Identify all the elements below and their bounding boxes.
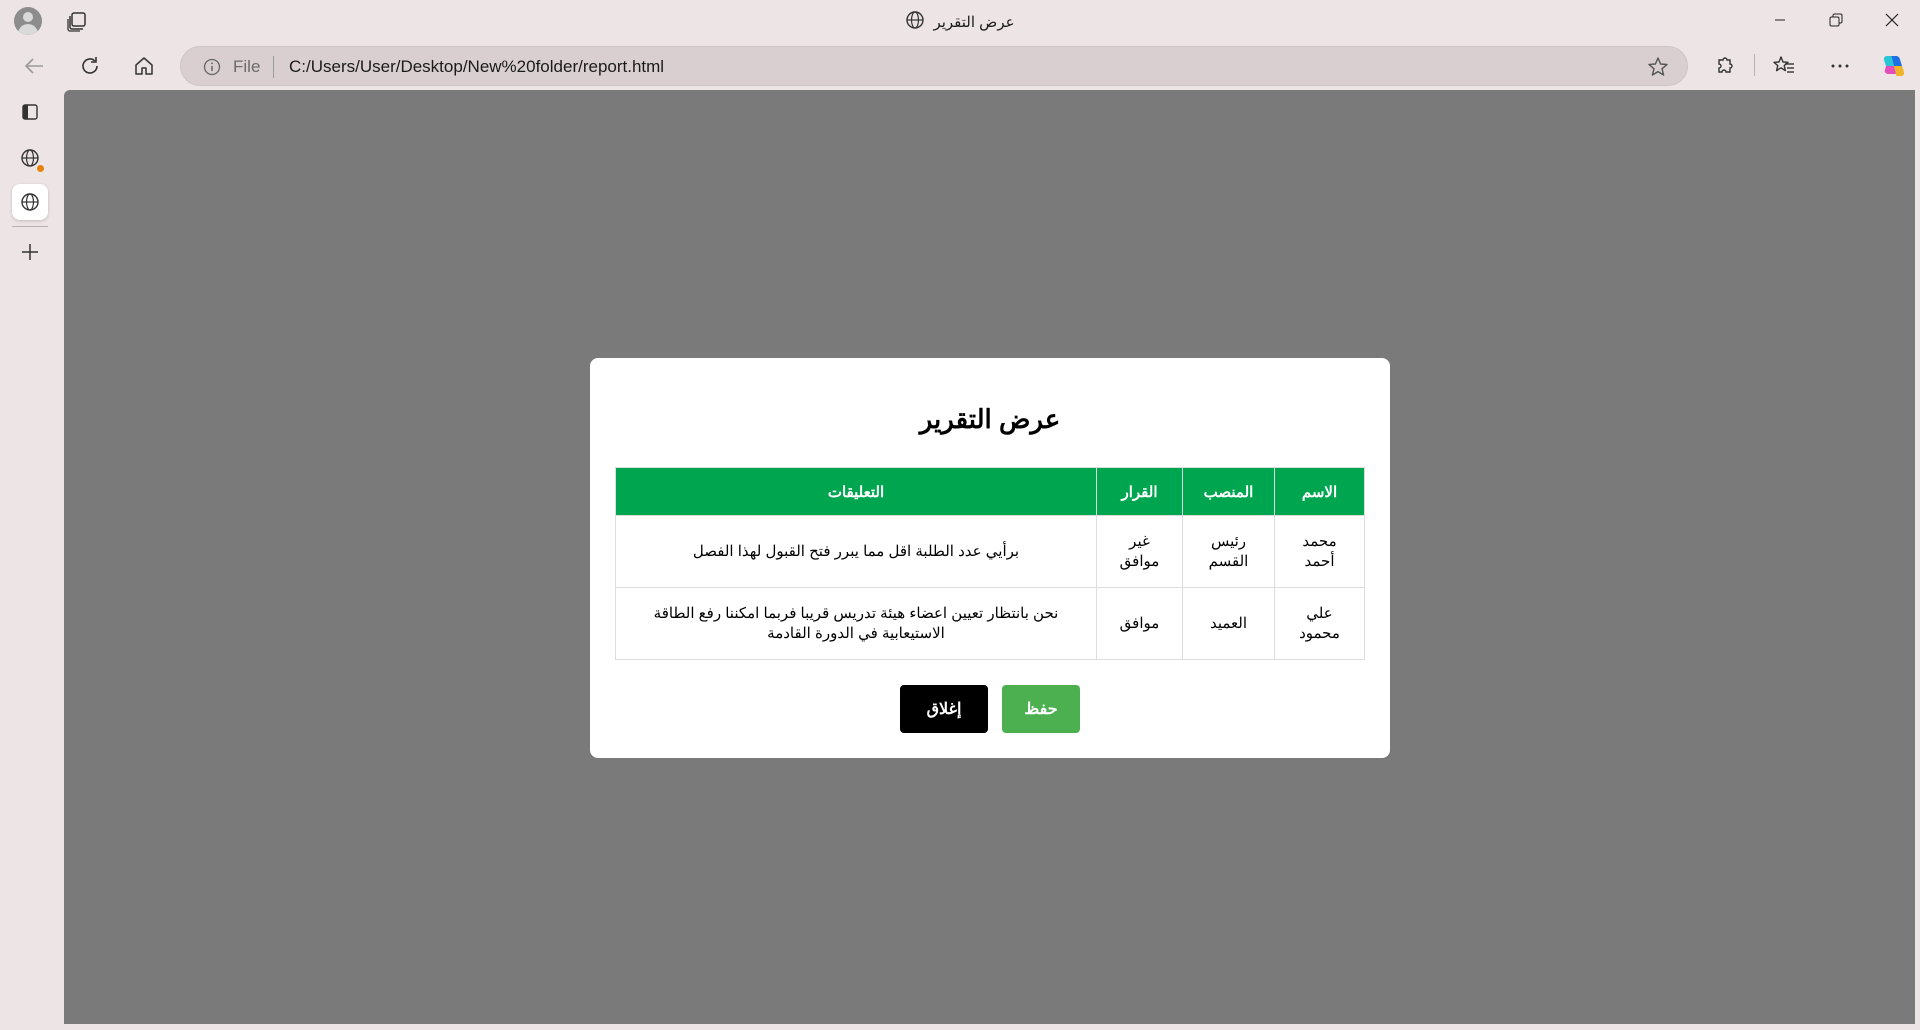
toolbar-divider	[1754, 54, 1755, 76]
table-row: علي محمود العميد موافق نحن بانتظار تعيين…	[615, 587, 1365, 660]
cell-position: العميد	[1182, 587, 1275, 660]
new-tab-plus-icon[interactable]	[12, 234, 48, 270]
report-table: الاسم المنصب القرار التعليقات محمد أحمد …	[615, 467, 1365, 660]
tab-actions-icon[interactable]	[12, 94, 48, 130]
info-icon[interactable]	[203, 58, 221, 81]
globe-icon	[905, 10, 925, 34]
sidebar-divider	[12, 226, 48, 227]
more-options-icon[interactable]	[1824, 50, 1856, 82]
home-icon[interactable]	[128, 50, 160, 82]
table-header-row: الاسم المنصب القرار التعليقات	[615, 467, 1365, 516]
copilot-icon[interactable]	[1878, 50, 1910, 82]
table-row: محمد أحمد رئيس القسم غير موافق برأيي عدد…	[615, 515, 1365, 588]
restore-button[interactable]	[1808, 0, 1864, 40]
report-modal: عرض التقرير الاسم المنصب القرار التعليقا…	[590, 358, 1390, 758]
vertical-tab-sidebar	[0, 90, 62, 1030]
tab-active-globe-icon[interactable]	[12, 184, 48, 220]
url-text[interactable]: C:/Users/User/Desktop/New%20folder/repor…	[289, 57, 664, 77]
scheme-label: File	[233, 57, 261, 76]
navigation-bar: File C:/Users/User/Desktop/New%20folder/…	[0, 44, 1920, 86]
cell-decision: غير موافق	[1096, 515, 1183, 588]
favorite-star-icon[interactable]	[1647, 56, 1669, 83]
address-bar[interactable]: File C:/Users/User/Desktop/New%20folder/…	[180, 46, 1688, 86]
modal-actions: حفظ إغلاق	[590, 685, 1390, 733]
header-decision: القرار	[1096, 467, 1183, 516]
cell-name: علي محمود	[1274, 587, 1365, 660]
refresh-icon[interactable]	[74, 50, 106, 82]
cell-comments: نحن بانتظار تعيين اعضاء هيئة تدريس قريبا…	[615, 587, 1097, 660]
cell-position: رئيس القسم	[1182, 515, 1275, 588]
close-button[interactable]: إغلاق	[900, 685, 988, 733]
close-window-button[interactable]	[1864, 0, 1920, 40]
cell-name: محمد أحمد	[1274, 515, 1365, 588]
tab-globe-icon[interactable]	[12, 140, 48, 176]
save-button[interactable]: حفظ	[1002, 685, 1080, 733]
header-name: الاسم	[1274, 467, 1365, 516]
title-bar: عرض التقرير	[0, 0, 1920, 40]
back-arrow-icon[interactable]	[18, 50, 50, 82]
extensions-icon[interactable]	[1708, 50, 1740, 82]
favorites-icon[interactable]	[1768, 50, 1800, 82]
header-comments: التعليقات	[615, 467, 1097, 516]
window-title-text: عرض التقرير	[933, 14, 1015, 31]
activity-badge	[37, 165, 44, 172]
cell-decision: موافق	[1096, 587, 1183, 660]
cell-comments: برأيي عدد الطلبة اقل مما يبرر فتح القبول…	[615, 515, 1097, 588]
modal-title: عرض التقرير	[919, 404, 1061, 434]
minimize-button[interactable]	[1752, 0, 1808, 40]
address-divider	[273, 56, 274, 78]
page-viewport-overlay: عرض التقرير الاسم المنصب القرار التعليقا…	[64, 90, 1915, 1024]
header-position: المنصب	[1182, 467, 1275, 516]
window-title: عرض التقرير	[0, 10, 1920, 34]
